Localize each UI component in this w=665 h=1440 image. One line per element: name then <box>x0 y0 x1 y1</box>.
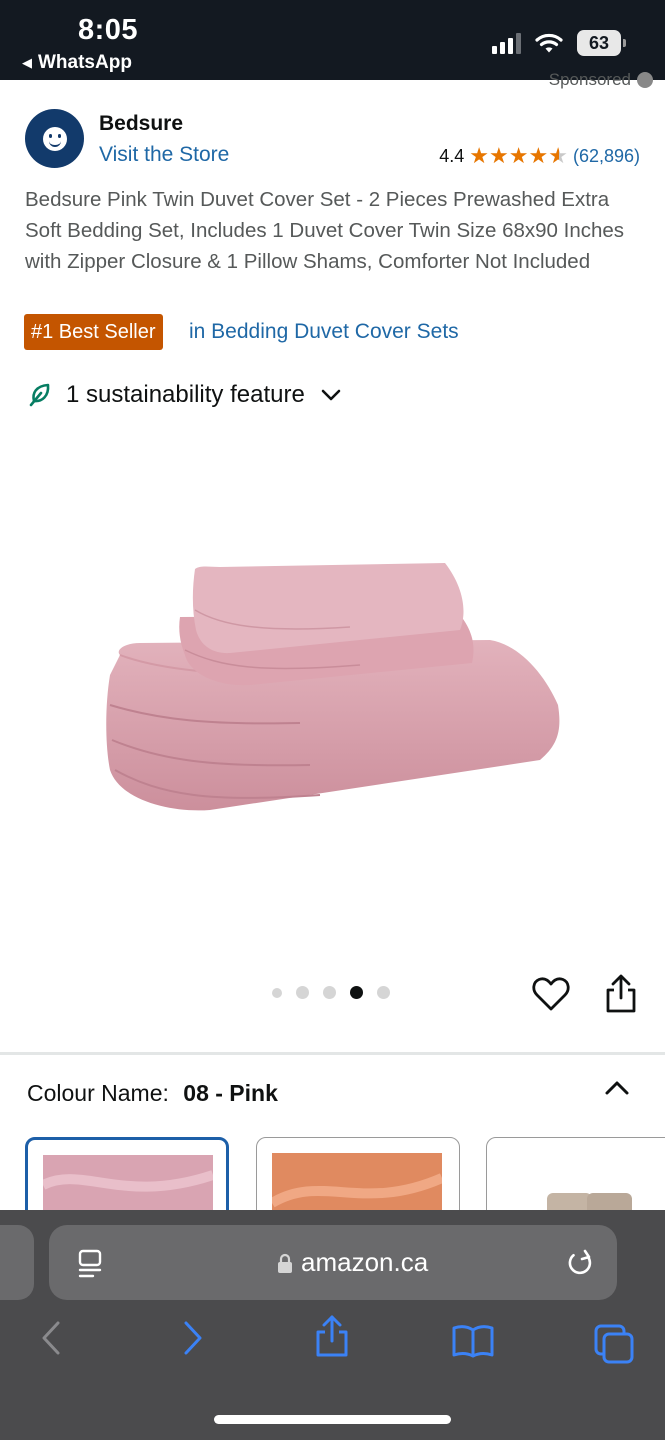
browser-toolbar: amazon.ca <box>0 1210 665 1440</box>
previous-tab-pill[interactable] <box>0 1225 34 1300</box>
rating-summary[interactable]: 4.4 ★ ★ ★ ★ ★ (62,896) <box>439 145 640 167</box>
carousel-dot[interactable] <box>296 986 309 999</box>
tabs-icon[interactable] <box>594 1324 634 1364</box>
brand-name: Bedsure <box>99 112 184 135</box>
image-carousel-dots[interactable] <box>272 986 390 999</box>
info-icon <box>637 72 653 88</box>
product-title: Bedsure Pink Twin Duvet Cover Set - 2 Pi… <box>25 188 625 273</box>
star-icon: ★ <box>469 143 490 168</box>
smiley-icon <box>42 126 67 151</box>
reader-mode-icon[interactable] <box>77 1249 103 1279</box>
address-bar[interactable]: amazon.ca <box>49 1225 617 1300</box>
bookmarks-icon[interactable] <box>452 1324 494 1358</box>
url-text: amazon.ca <box>301 1247 429 1277</box>
wifi-icon <box>535 33 563 53</box>
back-to-app-link[interactable]: ◀ WhatsApp <box>22 52 132 74</box>
status-time: 8:05 <box>78 14 139 46</box>
chevron-down-icon <box>321 389 341 401</box>
carousel-dot[interactable] <box>272 987 282 998</box>
reload-icon[interactable] <box>565 1247 595 1279</box>
best-seller-category-link[interactable]: in Bedding Duvet Cover Sets <box>189 320 459 344</box>
cellular-signal-icon <box>492 32 521 54</box>
battery-icon: 63 <box>577 30 626 56</box>
section-divider <box>0 1052 665 1055</box>
sustainability-feature-toggle[interactable]: 1 sustainability feature <box>28 381 341 409</box>
brand-logo[interactable] <box>25 109 84 168</box>
half-star-icon: ★ <box>548 143 568 168</box>
rating-count[interactable]: (62,896) <box>573 146 640 167</box>
url-display[interactable]: amazon.ca <box>277 1247 428 1278</box>
best-seller-badge[interactable]: #1 Best Seller <box>24 314 163 350</box>
back-triangle-icon: ◀ <box>22 55 32 70</box>
lock-icon <box>278 1253 292 1273</box>
star-icon: ★ <box>508 143 529 168</box>
leaf-icon <box>29 383 50 407</box>
sponsored-label[interactable]: Sponsored <box>549 70 653 90</box>
colour-label: Colour Name: <box>27 1080 169 1106</box>
status-bar: 8:05 ◀ WhatsApp 63 <box>0 0 665 80</box>
back-arrow-icon[interactable] <box>38 1320 64 1356</box>
share-sheet-icon[interactable] <box>314 1314 350 1358</box>
colour-value: 08 - Pink <box>183 1080 278 1106</box>
share-icon[interactable] <box>604 974 638 1014</box>
heart-icon[interactable] <box>532 976 570 1012</box>
status-indicators: 63 <box>492 30 626 56</box>
star-icon: ★ <box>528 143 549 168</box>
visit-store-link[interactable]: Visit the Store <box>99 143 229 167</box>
chevron-up-icon[interactable] <box>604 1078 630 1096</box>
forward-arrow-icon[interactable] <box>180 1320 206 1356</box>
home-indicator[interactable] <box>214 1415 451 1424</box>
rating-stars: ★ ★ ★ ★ ★ <box>469 145 568 167</box>
back-app-label: WhatsApp <box>38 52 132 73</box>
sustainability-label: 1 sustainability feature <box>66 381 305 408</box>
star-icon: ★ <box>489 143 509 168</box>
rating-value: 4.4 <box>439 145 465 166</box>
carousel-dot[interactable] <box>377 986 390 999</box>
carousel-dot[interactable] <box>323 986 336 999</box>
carousel-dot-active[interactable] <box>350 986 363 999</box>
sponsored-text: Sponsored <box>548 70 631 89</box>
product-image[interactable] <box>100 555 570 825</box>
colour-name-row: Colour Name: 08 - Pink <box>27 1080 278 1107</box>
